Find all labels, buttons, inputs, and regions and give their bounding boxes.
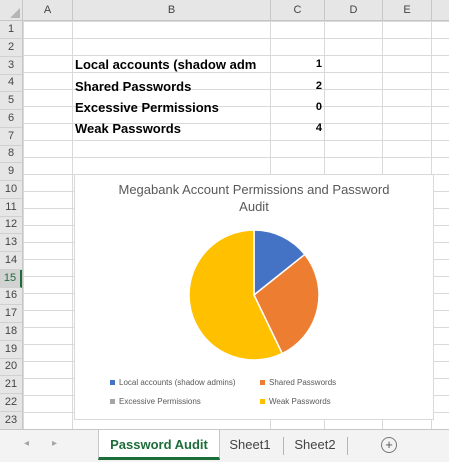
tab-sheet1[interactable]: Sheet1	[220, 430, 280, 460]
legend-swatch	[260, 399, 265, 405]
column-header-d[interactable]: D	[325, 0, 383, 20]
spreadsheet-window: A B C D E 1 2 3 4 5 6 7 8 9 10 11 12 13 14 15 16 17 18 19 2…	[0, 0, 449, 462]
cell-c3[interactable]: 1	[272, 56, 324, 73]
row-header-11[interactable]: 11	[0, 199, 22, 217]
select-all-corner[interactable]	[0, 0, 23, 20]
row-header-1[interactable]: 1	[0, 21, 22, 39]
row-header-21[interactable]: 21	[0, 376, 22, 394]
tab-separator	[283, 437, 284, 455]
sheet-tab-bar: ◂ ▸ Password Audit Sheet1 Sheet2 +	[0, 429, 449, 462]
row-header-12[interactable]: 12	[0, 216, 22, 235]
tab-separator	[347, 437, 348, 455]
row-header-18[interactable]: 18	[0, 323, 22, 341]
row-header-13[interactable]: 13	[0, 234, 22, 252]
legend-label: Excessive Permissions	[119, 397, 201, 406]
cell-c4[interactable]: 2	[272, 78, 324, 95]
row-header-4[interactable]: 4	[0, 74, 22, 93]
add-sheet-icon[interactable]: +	[381, 437, 397, 453]
cell-c5[interactable]: 0	[272, 99, 324, 116]
gridline	[72, 21, 73, 429]
legend-entry: Excessive Permissions	[110, 396, 201, 408]
cell-b5[interactable]: Excessive Permissions	[75, 99, 269, 116]
row-header-bar: 1 2 3 4 5 6 7 8 9 10 11 12 13 14 15 16 17 18 19 20 21 22 23	[0, 21, 23, 430]
legend-entry: Weak Passwords	[260, 396, 331, 408]
legend-swatch	[110, 399, 115, 405]
legend-swatch	[260, 380, 265, 386]
row-header-23[interactable]: 23	[0, 412, 22, 430]
legend-entry: Shared Passwords	[260, 377, 336, 389]
column-header-e[interactable]: E	[383, 0, 432, 20]
row-header-7[interactable]: 7	[0, 128, 22, 146]
row-header-8[interactable]: 8	[0, 145, 22, 164]
row-header-6[interactable]: 6	[0, 110, 22, 128]
row-header-22[interactable]: 22	[0, 394, 22, 412]
pie-chart-object[interactable]: Megabank Account Permissions and Passwor…	[74, 174, 434, 420]
legend-label: Local accounts (shadow admins)	[119, 378, 236, 387]
next-sheet-icon[interactable]: ▸	[52, 438, 57, 449]
row-header-3[interactable]: 3	[0, 57, 22, 75]
row-header-19[interactable]: 19	[0, 341, 22, 359]
row-header-14[interactable]: 14	[0, 252, 22, 270]
tab-password-audit[interactable]: Password Audit	[98, 430, 220, 460]
select-all-triangle-icon	[10, 8, 20, 18]
tab-sheet2[interactable]: Sheet2	[285, 430, 345, 460]
row-header-16[interactable]: 16	[0, 287, 22, 306]
legend-label: Shared Passwords	[269, 378, 337, 387]
row-header-17[interactable]: 17	[0, 305, 22, 323]
column-header-c[interactable]: C	[271, 0, 325, 20]
cell-b4[interactable]: Shared Passwords	[75, 78, 269, 95]
pie-plot-area	[188, 229, 320, 361]
previous-sheet-icon[interactable]: ◂	[24, 438, 29, 449]
cell-c6[interactable]: 4	[272, 120, 324, 137]
column-header-bar: A B C D E	[0, 0, 449, 21]
legend-entry: Local accounts (shadow admins)	[110, 377, 236, 389]
row-header-10[interactable]: 10	[0, 181, 22, 199]
cell-b6[interactable]: Weak Passwords	[75, 120, 269, 137]
column-header-a[interactable]: A	[23, 0, 73, 20]
row-header-5[interactable]: 5	[0, 92, 22, 110]
legend-swatch	[110, 380, 115, 386]
row-header-20[interactable]: 20	[0, 358, 22, 377]
row-header-2[interactable]: 2	[0, 39, 22, 57]
row-header-9[interactable]: 9	[0, 163, 22, 181]
cell-b3[interactable]: Local accounts (shadow adm	[75, 56, 269, 73]
legend-label: Weak Passwords	[269, 397, 331, 406]
row-header-15[interactable]: 15	[0, 269, 22, 288]
column-header-b[interactable]: B	[73, 0, 271, 20]
